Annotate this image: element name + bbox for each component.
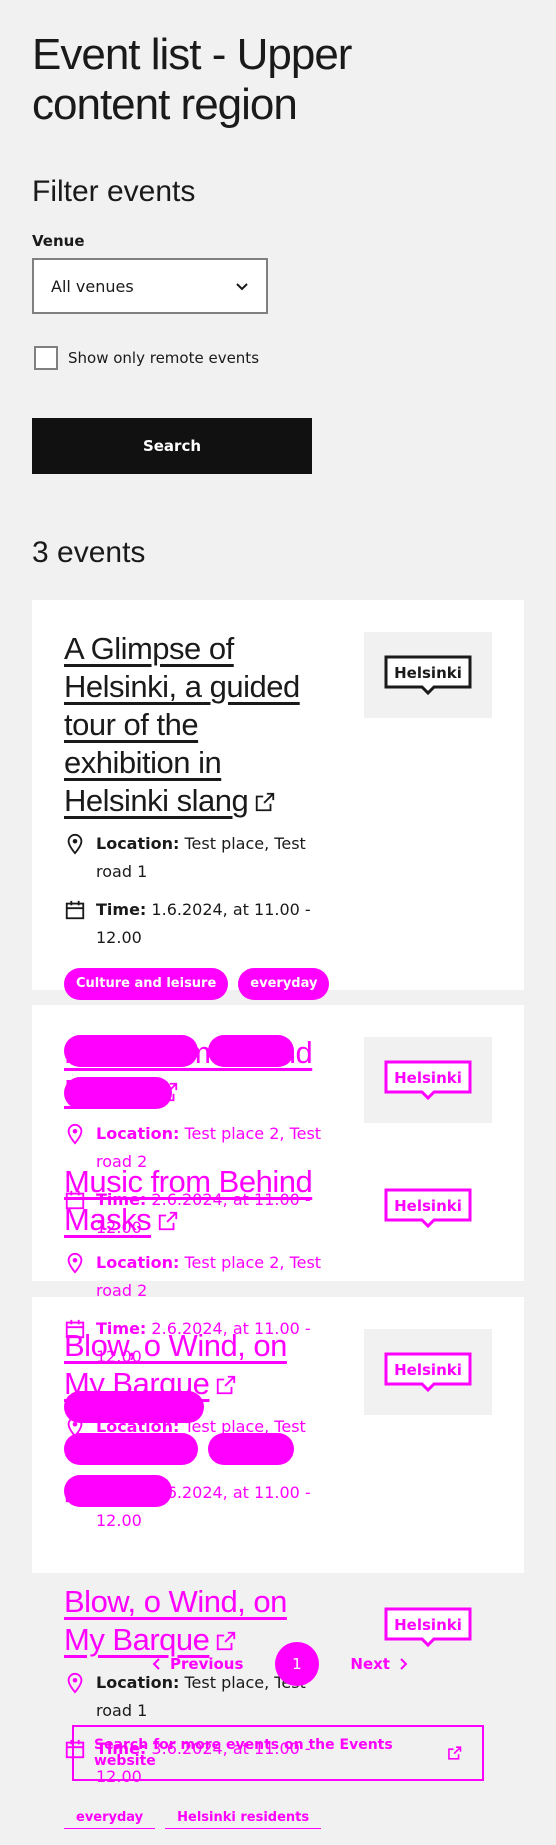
more-events-link[interactable]: Search for more events on the Events web…: [72, 1725, 484, 1781]
logo-text: Helsinki: [394, 1361, 462, 1379]
remote-events-checkbox[interactable]: [34, 346, 58, 370]
event-title-link[interactable]: Music from Behind Masks: [64, 1034, 332, 1110]
chevron-right-icon: [400, 1658, 408, 1670]
page-title: Event list - Upper content region: [32, 30, 352, 129]
event-logo: Helsinki: [364, 1329, 492, 1415]
event-logo: Helsinki: [364, 1165, 492, 1251]
location-label: Location:: [96, 1253, 180, 1272]
helsinki-logo: Helsinki: [384, 1188, 472, 1229]
event-title-link[interactable]: Music from Behind Masks: [64, 1163, 332, 1239]
event-tag[interactable]: [64, 1433, 198, 1465]
event-tag[interactable]: everyday: [64, 1807, 156, 1829]
venue-select[interactable]: All venues: [32, 258, 268, 314]
venue-label: Venue: [32, 232, 85, 250]
pagination-previous[interactable]: Previous: [150, 1655, 243, 1673]
external-link-icon: [447, 1746, 461, 1760]
chevron-down-icon: [236, 283, 248, 291]
event-tag[interactable]: [64, 1475, 172, 1507]
venue-select-value: All venues: [51, 276, 134, 296]
remote-events-toggle[interactable]: Show only remote events: [34, 346, 259, 370]
event-title: Music from Behind Masks: [64, 1164, 313, 1237]
location-icon: [67, 1252, 83, 1274]
event-tag[interactable]: Helsinki residents: [165, 1807, 322, 1829]
logo-text: Helsinki: [394, 1197, 462, 1215]
external-link-icon: [158, 1082, 178, 1102]
search-button[interactable]: Search: [32, 418, 312, 474]
location-icon: [67, 1672, 83, 1694]
filter-heading: Filter events: [32, 175, 196, 208]
event-tag[interactable]: Culture and leisure: [64, 968, 229, 1000]
event-tag[interactable]: everyday: [238, 968, 330, 1000]
event-tags: [64, 1391, 344, 1507]
logo-text: Helsinki: [394, 664, 462, 682]
event-location: Location: Test place, Test road 1: [64, 830, 344, 886]
event-tag[interactable]: [64, 1391, 204, 1423]
location-label: Location:: [96, 834, 180, 853]
event-time: Time: 1.6.2024, at 11.00 - 12.00: [64, 896, 344, 952]
pagination-next[interactable]: Next: [350, 1655, 410, 1673]
time-label: Time:: [96, 900, 147, 919]
event-tags: everyday Helsinki residents: [64, 1807, 394, 1829]
pagination-current-page[interactable]: 1: [274, 1642, 319, 1686]
event-location: Location: Test place 2, Test road 2: [64, 1249, 344, 1305]
pagination: Previous 1 Next: [150, 1642, 410, 1686]
external-link-icon: [158, 1211, 178, 1231]
calendar-icon: [65, 900, 85, 920]
event-logo: Helsinki: [364, 1037, 492, 1123]
remote-events-label: Show only remote events: [68, 349, 260, 367]
more-events-label: Search for more events on the Events web…: [94, 1737, 393, 1769]
logo-text: Helsinki: [394, 1069, 462, 1087]
location-icon: [67, 833, 83, 855]
logo-text: Helsinki: [394, 1616, 462, 1634]
helsinki-logo: Helsinki: [384, 1352, 472, 1393]
external-link-icon: [256, 792, 275, 812]
helsinki-logo: Helsinki: [384, 1060, 472, 1101]
pagination-next-label: Next: [350, 1655, 390, 1673]
event-title-link[interactable]: A Glimpse of Helsinki, a guided tour of …: [64, 630, 332, 820]
event-logo: Helsinki: [364, 632, 492, 718]
location-label: Location:: [96, 1124, 180, 1143]
chevron-left-icon: [152, 1658, 160, 1670]
event-title: A Glimpse of Helsinki, a guided tour of …: [64, 631, 300, 818]
results-count: 3 events: [32, 536, 146, 569]
helsinki-logo: Helsinki: [384, 655, 472, 696]
pagination-previous-label: Previous: [170, 1655, 244, 1673]
location-icon: [67, 1123, 83, 1145]
event-tags: Culture and leisure everyday: [64, 968, 394, 1000]
event-title: Music from Behind Masks: [64, 1035, 313, 1108]
event-tag[interactable]: [208, 1433, 294, 1465]
page: Event list - Upper content region Filter…: [0, 0, 556, 1845]
